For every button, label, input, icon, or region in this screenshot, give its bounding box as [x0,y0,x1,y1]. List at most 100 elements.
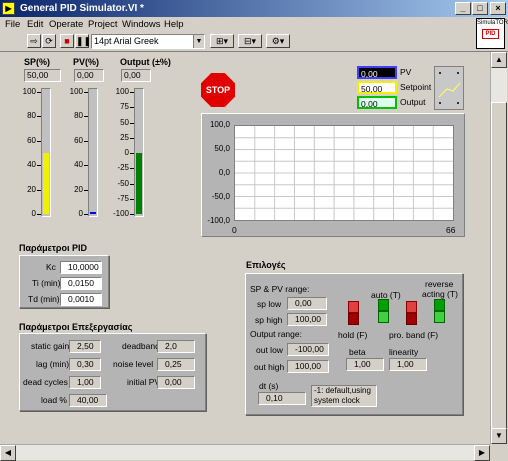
lag-label: lag (min) [36,359,70,369]
initial-pv-input[interactable]: 0,00 [157,376,195,389]
scroll-up-icon[interactable]: ▲ [491,52,507,68]
sp-tick-label: 80 [27,111,36,121]
sp-tick-label: 100 [22,87,36,96]
noise-level-input[interactable]: 0,25 [157,358,195,371]
vertical-scrollbar[interactable]: ▲ ▼ [490,52,507,444]
kc-label: Kc [46,262,56,272]
scroll-right-icon[interactable]: ▶ [474,445,490,461]
align-objects-icon[interactable]: ⊞▾ [210,34,234,48]
palette-preview-icon [438,72,461,104]
pv-tick-label: 80 [74,111,83,121]
chart-x-max: 66 [446,225,456,235]
vi-icon-line2: PID [482,29,499,39]
reorder-objects-icon[interactable]: ⚙▾ [266,34,290,48]
distribute-objects-icon[interactable]: ⊟▾ [238,34,262,48]
sp-slider-track[interactable] [41,88,51,217]
pv-label: PV(%) [73,57,100,67]
beta-label: beta [349,347,366,357]
output-tick-label: -100 [112,209,129,218]
font-selector[interactable]: 14pt Arial Greek ▼ [91,34,205,49]
graph-palette[interactable] [434,66,464,110]
dt-label: dt (s) [259,381,279,391]
toolbar: ⇨ ⟳ ■ ❚❚ 14pt Arial Greek ▼ ⊞▾ ⊟▾ ⚙▾ [0,32,508,52]
td-input[interactable]: 0,0010 [60,293,102,306]
linearity-input[interactable]: 1,00 [389,358,427,371]
minimize-button[interactable]: _ [455,2,471,15]
process-params-title: Παράμετροι Επεξεργασίας [19,322,133,332]
abort-icon[interactable]: ■ [60,34,74,48]
menu-bar: File Edit Operate Project Windows Help [0,17,508,32]
chart-x-min: 0 [232,225,237,235]
kc-input[interactable]: 10,0000 [60,261,102,274]
hold-toggle-bottom [348,313,359,325]
output-slider-fill [136,153,142,214]
auto-toggle[interactable] [378,299,389,323]
hold-label: hold (F) [338,330,368,340]
menu-help[interactable]: Help [164,19,184,30]
horizontal-scrollbar[interactable]: ◀ ▶ [0,444,490,461]
sp-tick-label: 0 [31,209,36,218]
pv-slider-fill [90,212,96,214]
pro-band-toggle[interactable] [406,301,417,325]
sp-increment-icon[interactable] [24,69,30,82]
font-selector-value: 14pt Arial Greek [94,36,159,46]
deadband-input[interactable]: 2,0 [157,340,195,353]
output-value: 0,00 [121,69,151,82]
menu-file[interactable]: File [5,19,20,30]
sp-low-input[interactable]: 0,00 [287,297,327,310]
dt-input[interactable]: 0,10 [258,392,306,405]
reverse-acting-toggle[interactable] [434,299,445,323]
scroll-down-icon[interactable]: ▼ [491,428,507,444]
out-high-label: out high [254,362,285,372]
chart-grid [235,126,453,220]
out-high-input[interactable]: 100,00 [287,360,329,373]
sp-label: SP(%) [24,57,51,67]
menu-edit[interactable]: Edit [27,19,43,30]
pv-tick-label: 60 [74,135,83,145]
out-low-label: out low [256,345,283,355]
chart-plot-area[interactable] [234,125,454,221]
vi-icon: SimulaTOR PID [476,18,508,49]
pause-icon[interactable]: ❚❚ [75,34,91,48]
pv-tick-label: 0 [78,209,83,218]
menu-operate[interactable]: Operate [49,19,83,30]
reverse-acting-toggle-bottom [434,311,445,323]
hold-toggle[interactable] [348,301,359,325]
reverse-acting-toggle-top [434,299,445,311]
maximize-button[interactable]: □ [472,2,488,15]
beta-input[interactable]: 1,00 [346,358,384,371]
menu-project[interactable]: Project [88,19,118,30]
load-input[interactable]: 40,00 [69,394,107,407]
menu-windows[interactable]: Windows [122,19,161,30]
stop-button[interactable]: STOP [201,73,235,107]
run-continuously-icon[interactable]: ⟳ [42,34,56,48]
scroll-left-icon[interactable]: ◀ [0,445,16,461]
chart-y-tick-label: -50,0 [211,192,230,201]
output-tick-label: -25 [117,163,129,173]
output-tick-label: 100 [115,87,129,96]
labview-app-icon[interactable]: ▶ [2,2,15,15]
out-low-input[interactable]: -100,00 [287,343,329,356]
chart-y-tick-label: 100,0 [209,120,230,129]
vertical-scroll-thumb[interactable] [491,102,507,432]
output-tick-label: 25 [120,132,129,142]
pro-band-toggle-bottom [406,313,417,325]
static-gain-label: static gain [31,341,70,351]
legend-setpoint-value: 50,00 [357,81,397,94]
reverse-label-line1: reverse [425,279,454,289]
sp-slider-fill[interactable] [43,153,49,214]
sp-high-input[interactable]: 100,00 [287,313,327,326]
ti-input[interactable]: 0,0150 [60,277,102,290]
chevron-down-icon[interactable]: ▼ [193,35,204,48]
legend-output-name: Output [400,97,426,107]
options-title: Επιλογές [246,260,286,270]
dead-cycles-label: dead cycles [23,377,68,387]
run-arrow-icon[interactable]: ⇨ [27,34,41,48]
static-gain-input[interactable]: 2,50 [69,340,101,353]
pro-band-label: pro. band (F) [389,330,439,340]
lag-input[interactable]: 0,30 [69,358,101,371]
pv-tick-label: 40 [74,160,83,170]
dead-cycles-input[interactable]: 1,00 [69,376,101,389]
close-button[interactable]: × [490,2,506,15]
pv-value: 0,00 [74,69,104,82]
